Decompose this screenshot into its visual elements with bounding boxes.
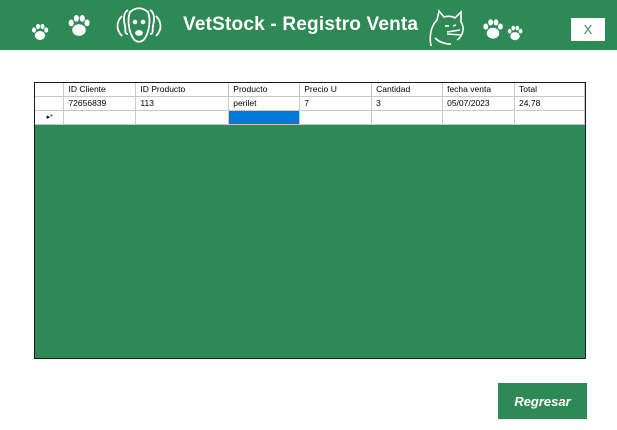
sales-table: ID Cliente ID Producto Producto Precio U… (35, 83, 585, 125)
cell-id-producto[interactable]: 113 (135, 96, 230, 111)
registro-venta-window: VetStock - Registro Venta X ID Cliente I… (0, 0, 617, 430)
column-header-fecha-venta[interactable]: fecha venta (442, 83, 516, 97)
new-cell-id-cliente[interactable] (63, 110, 137, 125)
paw-icon (483, 19, 503, 39)
cell-precio-u[interactable]: 7 (299, 96, 373, 111)
new-cell-precio-u[interactable] (299, 110, 373, 125)
window-title: VetStock - Registro Venta (183, 14, 419, 35)
cell-id-cliente[interactable]: 72656839 (63, 96, 137, 111)
cat-icon (429, 9, 464, 47)
back-button[interactable]: Regresar (498, 383, 587, 419)
new-row-indicator: ▸* (35, 110, 65, 125)
new-cell-id-producto[interactable] (135, 110, 230, 125)
table-row[interactable]: 72656839 113 perilet 7 3 05/07/2023 24,7… (35, 96, 585, 111)
cell-total[interactable]: 24,78 (514, 96, 585, 111)
cell-fecha-venta[interactable]: 05/07/2023 (442, 96, 516, 111)
new-cell-producto-selected[interactable] (228, 110, 301, 125)
column-header-total[interactable]: Total (514, 83, 585, 97)
paw-icon (68, 14, 90, 36)
header-bar: VetStock - Registro Venta X (0, 0, 617, 50)
column-header-producto[interactable]: Producto (228, 83, 301, 97)
new-cell-cantidad[interactable] (371, 110, 444, 125)
cell-cantidad[interactable]: 3 (371, 96, 444, 111)
column-header-id-cliente[interactable]: ID Cliente (63, 83, 137, 97)
dog-icon (116, 7, 162, 43)
paw-icon (507, 25, 523, 41)
close-button[interactable]: X (571, 18, 605, 41)
header-row: ID Cliente ID Producto Producto Precio U… (35, 83, 585, 97)
new-row[interactable]: ▸* (35, 110, 585, 125)
cell-producto[interactable]: perilet (228, 96, 301, 111)
sales-data-grid[interactable]: ID Cliente ID Producto Producto Precio U… (34, 82, 586, 359)
paw-icon (32, 23, 49, 40)
column-header-id-producto[interactable]: ID Producto (135, 83, 230, 97)
row-header[interactable] (35, 96, 65, 111)
column-header-precio-u[interactable]: Precio U (299, 83, 373, 97)
row-header-corner (35, 83, 65, 97)
new-cell-total[interactable] (514, 110, 585, 125)
column-header-cantidad[interactable]: Cantidad (371, 83, 444, 97)
new-cell-fecha-venta[interactable] (442, 110, 516, 125)
